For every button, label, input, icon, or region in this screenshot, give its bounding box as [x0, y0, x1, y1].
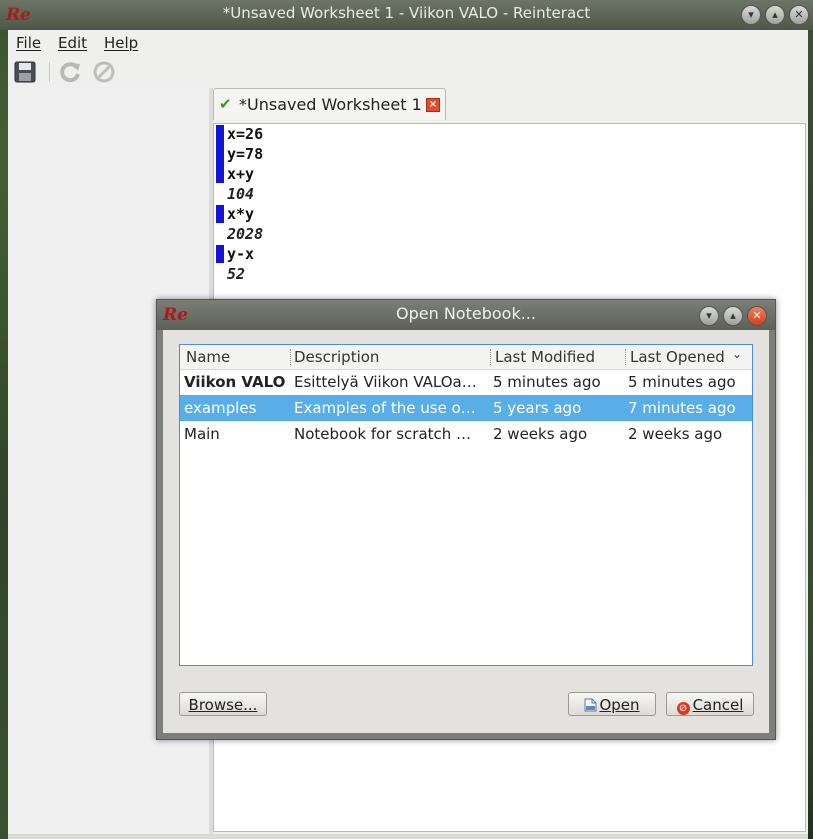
result-line: 104 — [227, 185, 255, 203]
dialog-titlebar[interactable]: Re Open Notebook... ▾ ▴ ✕ — [157, 300, 775, 330]
menu-file[interactable]: File — [16, 34, 41, 52]
menu-help[interactable]: Help — [104, 34, 138, 52]
row-last-modified: 2 weeks ago — [493, 425, 588, 443]
refresh-icon[interactable] — [58, 60, 82, 84]
close-icon[interactable]: × — [426, 98, 440, 112]
status-area — [8, 834, 808, 839]
row-description: Examples of the use o… — [294, 399, 476, 417]
maximize-button[interactable]: ▴ — [765, 5, 785, 25]
row-name: Main — [184, 425, 220, 443]
code-line[interactable]: x*y — [227, 204, 254, 224]
menu-edit[interactable]: Edit — [58, 34, 87, 52]
cancel-button-label: Cancel — [692, 696, 744, 714]
table-row[interactable]: Main Notebook for scratch … 2 weeks ago … — [180, 421, 752, 447]
table-row[interactable]: Viikon VALO Esittelyä Viikon VALOa… 5 mi… — [180, 369, 752, 395]
browse-button-label: Browse... — [188, 696, 258, 714]
code-line[interactable]: y-x — [227, 244, 254, 264]
menubar: File Edit Help — [8, 30, 808, 56]
table-row[interactable]: examples Examples of the use o… 5 years … — [180, 395, 752, 421]
app-logo-icon: Re — [6, 5, 31, 25]
row-last-modified: 5 minutes ago — [493, 373, 601, 391]
column-header-last-modified[interactable]: Last Modified — [495, 348, 595, 366]
window-titlebar[interactable]: Re *Unsaved Worksheet 1 - Viikon VALO - … — [0, 0, 813, 30]
minimize-button[interactable]: ▾ — [741, 5, 761, 25]
cell-marker — [216, 205, 224, 223]
dialog-body: Name Description Last Modified Last Open… — [157, 330, 775, 739]
notebook-list[interactable]: Name Description Last Modified Last Open… — [179, 344, 753, 666]
row-last-opened: 2 weeks ago — [628, 425, 723, 443]
open-notebook-dialog: Re Open Notebook... ▾ ▴ ✕ Name Descripti… — [156, 299, 776, 740]
cell-marker — [216, 245, 224, 263]
cell-marker — [216, 125, 224, 183]
result-line: 2028 — [227, 225, 264, 243]
window-title: *Unsaved Worksheet 1 - Viikon VALO - Rei… — [222, 4, 591, 22]
open-button[interactable]: Open — [568, 692, 656, 716]
column-header-last-opened[interactable]: Last Opened — [630, 348, 725, 366]
column-header-name[interactable]: Name — [186, 348, 230, 366]
row-last-modified: 5 years ago — [493, 399, 582, 417]
dialog-minimize-button[interactable]: ▾ — [699, 306, 719, 326]
tab-label: *Unsaved Worksheet 1 — [239, 95, 422, 114]
toolbar-separator — [49, 62, 50, 82]
row-description: Esittelyä Viikon VALOa… — [294, 373, 477, 391]
check-icon: ✔ — [219, 95, 232, 113]
code-line[interactable]: y=78 — [227, 144, 263, 164]
cancel-button[interactable]: ⊘ Cancel — [666, 692, 754, 716]
column-separator — [290, 349, 292, 365]
tab-worksheet[interactable]: ✔ *Unsaved Worksheet 1 × — [213, 88, 446, 120]
toolbar — [8, 56, 808, 88]
column-separator — [625, 349, 627, 365]
app-logo-icon: Re — [163, 305, 188, 325]
browse-button[interactable]: Browse... — [179, 692, 267, 716]
dialog-title: Open Notebook... — [396, 304, 536, 323]
stop-icon[interactable] — [92, 60, 116, 84]
close-button[interactable]: ✕ — [789, 5, 809, 25]
code-line[interactable]: x=26 — [227, 124, 263, 144]
row-last-opened: 5 minutes ago — [628, 373, 736, 391]
result-line: 52 — [227, 265, 246, 283]
row-name: Viikon VALO — [184, 373, 286, 391]
cancel-icon: ⊘ — [676, 702, 690, 715]
open-file-icon — [584, 695, 597, 712]
column-header-description[interactable]: Description — [294, 348, 379, 366]
row-name: examples — [184, 399, 257, 417]
row-last-opened: 7 minutes ago — [628, 399, 736, 417]
row-description: Notebook for scratch … — [294, 425, 472, 443]
dialog-close-button[interactable]: ✕ — [747, 306, 767, 326]
code-line[interactable]: x+y — [227, 164, 254, 184]
sort-chevron-down-icon: ⌄ — [732, 347, 743, 361]
list-header: Name Description Last Modified Last Open… — [180, 345, 752, 370]
save-icon[interactable] — [13, 60, 37, 84]
open-button-label: Open — [599, 696, 640, 714]
dialog-maximize-button[interactable]: ▴ — [723, 306, 743, 326]
column-separator — [490, 349, 492, 365]
